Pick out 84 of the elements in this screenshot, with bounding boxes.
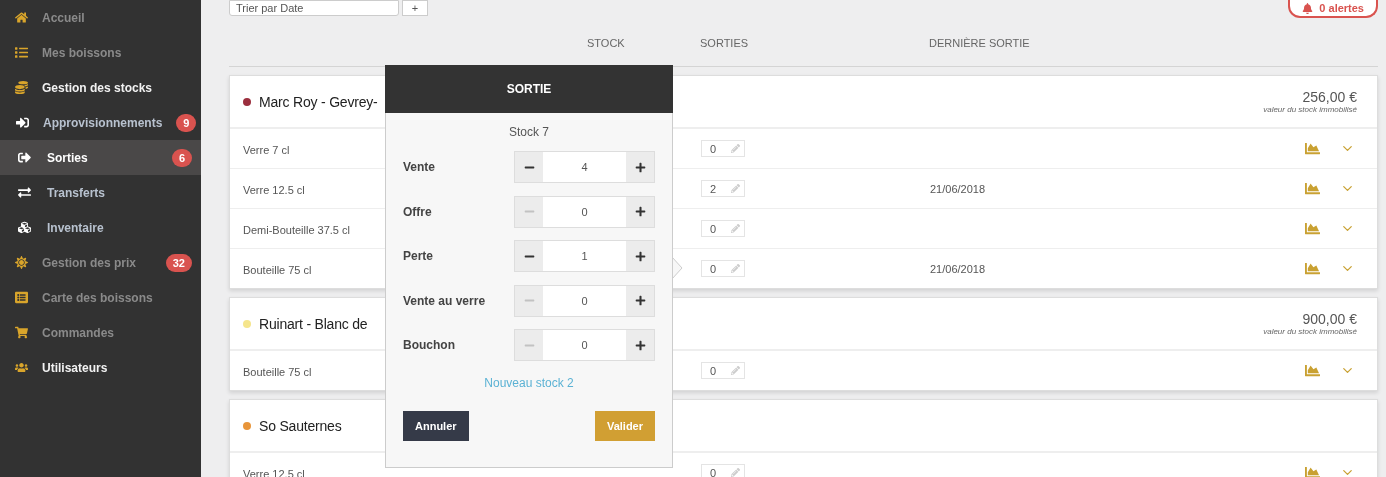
count-badge: 32 <box>165 253 192 272</box>
home-icon <box>13 11 30 24</box>
area-chart-icon[interactable] <box>1305 221 1320 236</box>
stock-label: Stock 7 <box>508 125 550 139</box>
sidebar-label: Accueil <box>42 10 86 25</box>
sign-in-icon <box>16 116 29 129</box>
value-caption: valeur du stock immobilisé <box>1263 327 1357 336</box>
pencil-icon <box>731 144 740 153</box>
sidebar-item[interactable]: Transferts <box>0 175 201 210</box>
pencil-icon <box>731 184 740 193</box>
sorties-field[interactable]: 0 <box>701 362 745 379</box>
sidebar-label: Inventaire <box>47 220 105 235</box>
sidebar-label: Utilisateurs <box>42 360 109 375</box>
field-label: Vente au verre <box>403 293 487 308</box>
sidebar-item[interactable]: Utilisateurs <box>0 350 201 385</box>
area-chart-icon[interactable] <box>1305 465 1320 477</box>
coins-icon <box>13 81 30 94</box>
cubes-icon <box>16 221 33 234</box>
sorties-field[interactable]: 0 <box>701 140 745 157</box>
list-icon <box>13 46 30 59</box>
sorties-field[interactable]: 2 <box>701 180 745 197</box>
product-name: Ruinart - Blanc de <box>259 315 368 332</box>
sidebar-item[interactable]: Accueil <box>0 0 201 35</box>
column-header: DERNIÈRE SORTIE <box>929 37 1031 49</box>
product-name: So Sauternes <box>259 417 342 434</box>
sidebar-label: Commandes <box>42 325 116 340</box>
area-chart-icon[interactable] <box>1305 363 1320 378</box>
sorties-field[interactable]: 0 <box>701 464 745 477</box>
bell-icon <box>1302 2 1314 14</box>
field-label: Vente <box>403 160 436 175</box>
field-label: Offre <box>403 204 433 219</box>
pencil-icon <box>731 468 740 477</box>
sidebar-label: Gestion des stocks <box>42 80 154 95</box>
value-caption: valeur du stock immobilisé <box>1263 105 1357 114</box>
sidebar-item[interactable]: Inventaire <box>0 210 201 245</box>
format-label: Verre 12.5 cl <box>243 467 305 477</box>
sidebar-label: Carte des boissons <box>42 290 154 305</box>
area-chart-icon[interactable] <box>1305 261 1320 276</box>
field-label: Bouchon <box>403 338 456 353</box>
sort-select[interactable]: Trier par Date <box>229 0 399 16</box>
count-badge: 6 <box>171 148 192 167</box>
last-date: 21/06/2018 <box>930 182 987 195</box>
format-label: Verre 12.5 cl <box>243 183 305 196</box>
sidebar-item[interactable]: Commandes <box>0 315 201 350</box>
format-label: Bouteille 75 cl <box>243 263 312 276</box>
sidebar-item[interactable]: Mes boissons <box>0 35 201 70</box>
menu-card-icon <box>13 291 30 304</box>
count-badge: 9 <box>176 113 197 132</box>
pencil-icon <box>731 366 740 375</box>
sidebar-label: Transferts <box>47 185 107 200</box>
last-date: 21/06/2018 <box>930 262 987 275</box>
field-label: Perte <box>403 249 435 264</box>
sidebar-item[interactable]: Carte des boissons <box>0 280 201 315</box>
stock-value: 256,00 € <box>1302 89 1357 105</box>
sidebar-label: Mes boissons <box>42 45 123 60</box>
format-label: Bouteille 75 cl <box>243 365 312 378</box>
stock-value: 900,00 € <box>1302 311 1357 327</box>
column-header: SORTIES <box>700 37 750 49</box>
sidebar-label: Approvisionnements <box>43 115 163 130</box>
pencil-icon <box>731 264 740 273</box>
column-header: STOCK <box>587 37 626 49</box>
format-label: Verre 7 cl <box>243 143 290 156</box>
sidebar-item[interactable]: Gestion des stocks <box>0 70 201 105</box>
sidebar-item[interactable]: Sorties 6 <box>0 140 201 175</box>
exchange-icon <box>16 186 33 199</box>
sidebar-item[interactable]: Gestion des prix 32 <box>0 245 201 280</box>
pencil-icon <box>731 224 740 233</box>
users-icon <box>13 361 30 374</box>
sidebar-label: Gestion des prix <box>42 255 138 270</box>
area-chart-icon[interactable] <box>1305 181 1320 196</box>
popover-title: SORTIE <box>385 65 673 113</box>
sidebar-item[interactable]: Approvisionnements 9 <box>0 105 201 140</box>
sidebar-label: Sorties <box>47 150 89 165</box>
alerts-button[interactable]: 0 alertes <box>1288 0 1378 18</box>
cart-icon <box>13 326 30 339</box>
cancel-button[interactable]: Annuler <box>403 410 469 441</box>
sorties-field[interactable]: 0 <box>701 260 745 277</box>
format-label: Demi-Bouteille 37.5 cl <box>243 223 350 236</box>
product-name: Marc Roy - Gevrey- <box>259 93 378 110</box>
area-chart-icon[interactable] <box>1305 141 1320 156</box>
sign-out-icon <box>16 151 33 164</box>
sun-icon <box>13 256 30 269</box>
add-button[interactable]: + <box>402 0 428 16</box>
sorties-field[interactable]: 0 <box>701 220 745 237</box>
